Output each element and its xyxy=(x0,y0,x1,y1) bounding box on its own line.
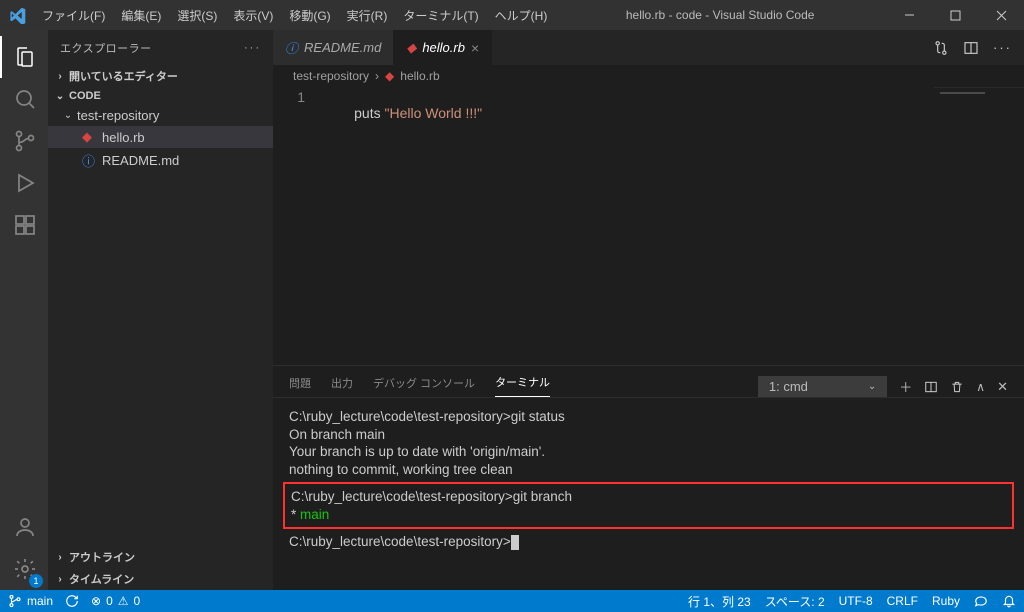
trash-icon[interactable] xyxy=(950,380,964,394)
close-tab-icon[interactable]: × xyxy=(471,40,479,56)
split-terminal-icon[interactable] xyxy=(924,380,938,394)
status-eol[interactable]: CRLF xyxy=(887,594,918,608)
ruby-file-icon: ◆ xyxy=(406,40,416,56)
panel-tab-problems[interactable]: 問題 xyxy=(289,375,311,397)
sidebar: エクスプローラー ··· ›開いているエディター ⌄CODE ⌄test-rep… xyxy=(48,30,273,590)
status-lang[interactable]: Ruby xyxy=(932,594,960,608)
breadcrumb[interactable]: test-repository› ◆ hello.rb xyxy=(273,65,1024,87)
window-title: hello.rb - code - Visual Studio Code xyxy=(554,8,886,22)
status-problems[interactable]: ⊗0 ⚠0 xyxy=(91,594,140,608)
source-control-icon[interactable] xyxy=(0,120,48,162)
search-icon[interactable] xyxy=(0,78,48,120)
split-editor-icon[interactable] xyxy=(963,40,979,56)
menu-view[interactable]: 表示(V) xyxy=(226,3,280,28)
new-terminal-icon[interactable]: ＋ xyxy=(899,377,912,396)
minimize-button[interactable] xyxy=(886,0,932,30)
terminal-cursor xyxy=(511,535,519,550)
extensions-icon[interactable] xyxy=(0,204,48,246)
settings-gear-icon[interactable] xyxy=(0,548,48,590)
feedback-icon[interactable] xyxy=(974,594,988,608)
info-file-icon: ⓘ xyxy=(82,151,97,170)
bottom-panel: 問題 出力 デバッグ コンソール ターミナル 1: cmd ⌄ ＋ ∧ ✕ xyxy=(273,365,1024,590)
status-encoding[interactable]: UTF-8 xyxy=(839,594,873,608)
maximize-panel-icon[interactable]: ∧ xyxy=(976,380,985,394)
more-actions-icon[interactable]: ··· xyxy=(993,40,1012,55)
tab-hello-rb[interactable]: ◆ hello.rb × xyxy=(394,30,492,65)
titlebar: ファイル(F) 編集(E) 選択(S) 表示(V) 移動(G) 実行(R) ター… xyxy=(0,0,1024,30)
close-panel-icon[interactable]: ✕ xyxy=(997,379,1008,395)
ruby-file-icon: ◆ xyxy=(82,129,97,145)
status-branch[interactable]: main xyxy=(8,594,53,608)
menu-edit[interactable]: 編集(E) xyxy=(114,3,168,28)
run-debug-icon[interactable] xyxy=(0,162,48,204)
file-hello-rb[interactable]: ◆ hello.rb xyxy=(48,126,273,148)
panel-tab-terminal[interactable]: ターミナル xyxy=(495,374,550,397)
sidebar-title: エクスプローラー xyxy=(60,40,152,56)
activity-bar xyxy=(0,30,48,590)
window-controls xyxy=(886,0,1024,30)
close-button[interactable] xyxy=(978,0,1024,30)
outline-section[interactable]: ›アウトライン xyxy=(48,546,273,568)
maximize-button[interactable] xyxy=(932,0,978,30)
menu-file[interactable]: ファイル(F) xyxy=(35,3,112,28)
terminal-body[interactable]: C:\ruby_lecture\code\test-repository>git… xyxy=(273,398,1024,590)
line-gutter: 1 xyxy=(273,87,323,365)
status-spaces[interactable]: スペース: 2 xyxy=(765,593,825,610)
panel-tab-output[interactable]: 出力 xyxy=(331,375,353,397)
ruby-file-icon: ◆ xyxy=(385,69,394,83)
info-file-icon: ⓘ xyxy=(285,38,298,57)
more-icon[interactable]: ··· xyxy=(244,42,261,54)
chevron-down-icon: ⌄ xyxy=(868,381,876,392)
status-line-col[interactable]: 行 1、列 23 xyxy=(688,593,751,610)
explorer-icon[interactable] xyxy=(0,36,48,78)
accounts-icon[interactable] xyxy=(0,506,48,548)
tab-readme[interactable]: ⓘ README.md xyxy=(273,30,394,65)
editor-tabs: ⓘ README.md ◆ hello.rb × ··· xyxy=(273,30,1024,65)
menu-go[interactable]: 移動(G) xyxy=(282,3,337,28)
highlighted-command-box: C:\ruby_lecture\code\test-repository>git… xyxy=(283,482,1014,529)
menu-bar: ファイル(F) 編集(E) 選択(S) 表示(V) 移動(G) 実行(R) ター… xyxy=(35,3,554,28)
status-bar: main ⊗0 ⚠0 行 1、列 23 スペース: 2 UTF-8 CRLF R… xyxy=(0,590,1024,612)
timeline-section[interactable]: ›タイムライン xyxy=(48,568,273,590)
folder-test-repository[interactable]: ⌄test-repository xyxy=(48,105,273,126)
menu-selection[interactable]: 選択(S) xyxy=(170,3,224,28)
compare-changes-icon[interactable] xyxy=(933,40,949,56)
workspace-section[interactable]: ⌄CODE xyxy=(48,87,273,105)
menu-help[interactable]: ヘルプ(H) xyxy=(488,3,555,28)
panel-tab-debug-console[interactable]: デバッグ コンソール xyxy=(373,375,475,397)
file-readme-md[interactable]: ⓘ README.md xyxy=(48,148,273,173)
minimap[interactable] xyxy=(934,87,1024,365)
menu-run[interactable]: 実行(R) xyxy=(340,3,395,28)
notifications-icon[interactable] xyxy=(1002,594,1016,608)
editor-body[interactable]: 1 puts "Hello World !!!" xyxy=(273,87,1024,365)
editor-area: ⓘ README.md ◆ hello.rb × ··· test-reposi… xyxy=(273,30,1024,590)
vscode-logo-icon xyxy=(0,7,35,24)
menu-terminal[interactable]: ターミナル(T) xyxy=(396,3,485,28)
terminal-selector[interactable]: 1: cmd ⌄ xyxy=(758,376,887,397)
open-editors-section[interactable]: ›開いているエディター xyxy=(48,65,273,87)
status-sync[interactable] xyxy=(65,594,79,608)
